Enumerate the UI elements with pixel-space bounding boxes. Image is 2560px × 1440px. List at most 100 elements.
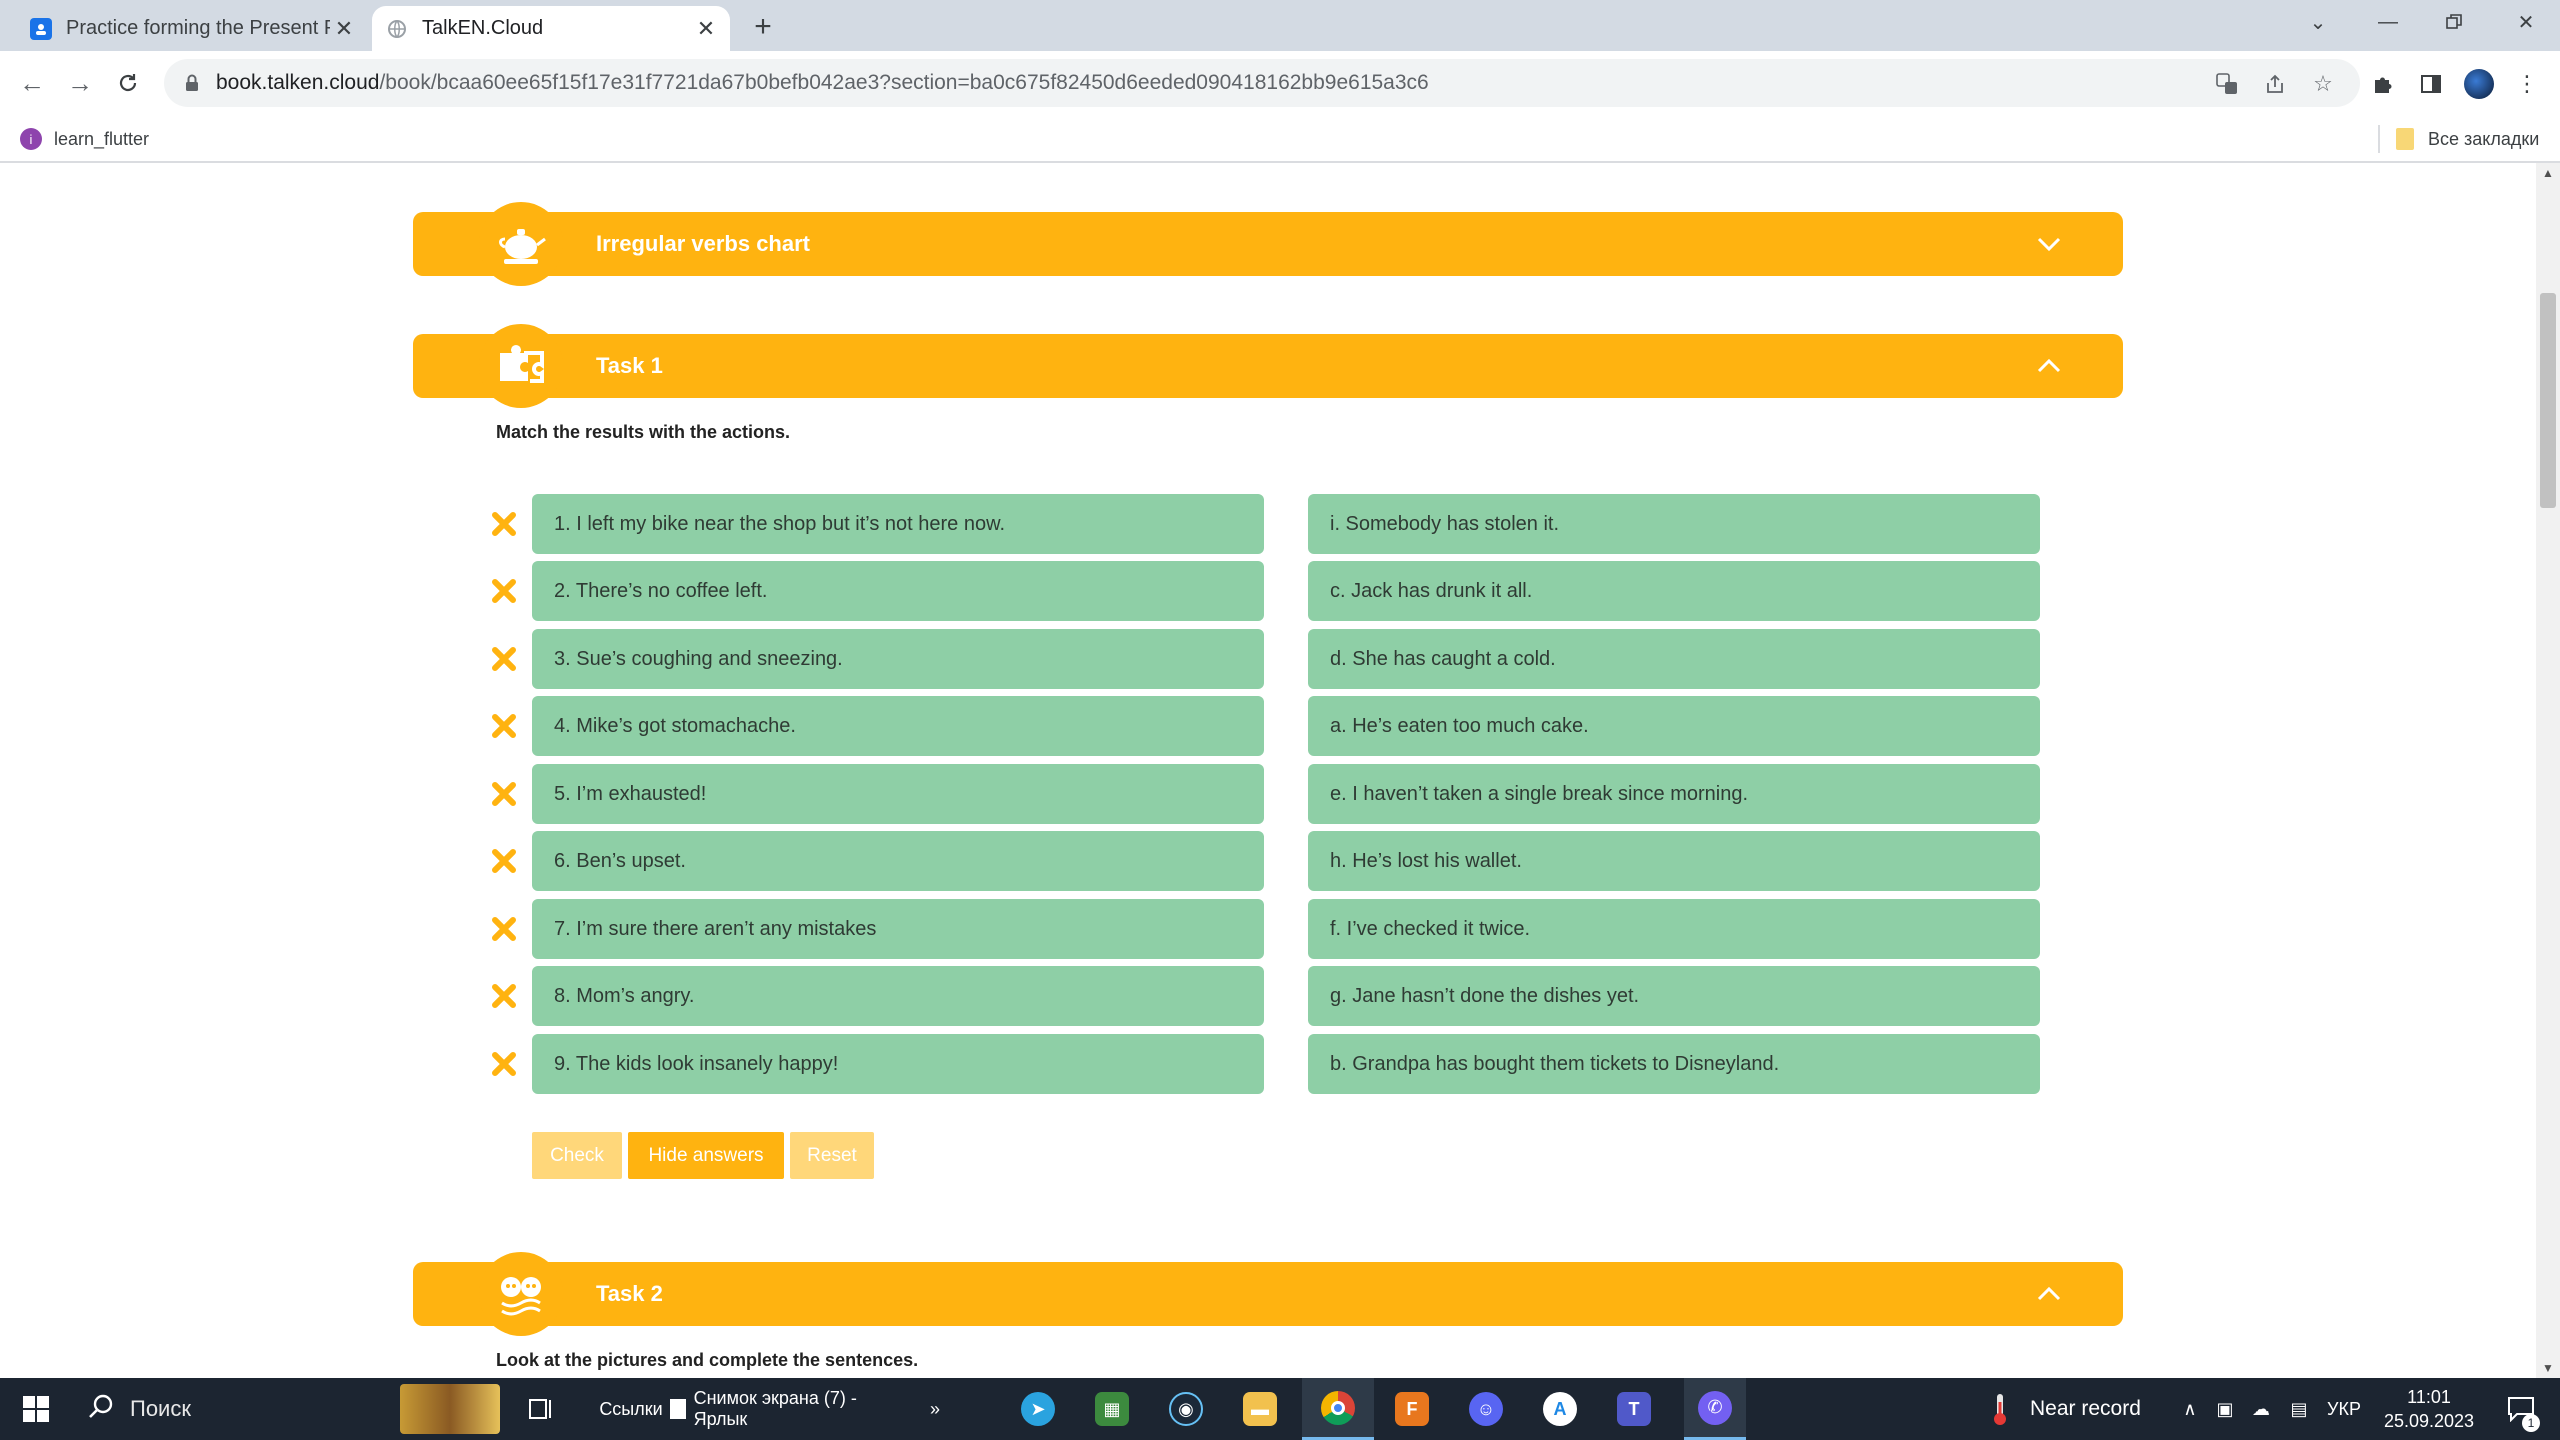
wrong-mark-icon xyxy=(490,1050,518,1078)
lock-icon[interactable] xyxy=(180,71,204,95)
more-chevron-icon[interactable]: » xyxy=(930,1399,940,1420)
bookmarks-divider xyxy=(2378,125,2380,153)
bookmark-learn-flutter[interactable]: i learn_flutter xyxy=(20,125,149,153)
notifications-icon[interactable]: 1 xyxy=(2496,1378,2546,1440)
taskbar-search[interactable]: Поиск xyxy=(70,1378,500,1440)
close-icon[interactable]: ✕ xyxy=(330,15,358,43)
pinned-shortcut[interactable]: Снимок экрана (7) - Ярлык » xyxy=(670,1378,940,1440)
clock[interactable]: 11:01 25.09.2023 xyxy=(2374,1378,2484,1440)
device-icon[interactable]: ▣ xyxy=(2210,1378,2240,1440)
wrong-mark-icon xyxy=(490,982,518,1010)
section-irregular-verbs[interactable]: Irregular verbs chart xyxy=(413,202,2123,286)
weather-text[interactable]: Near record xyxy=(2030,1378,2150,1440)
match-right-item[interactable]: b. Grandpa has bought them tickets to Di… xyxy=(1308,1034,2040,1094)
scrollbar-thumb[interactable] xyxy=(2540,293,2556,508)
match-right-item[interactable]: i. Somebody has stolen it. xyxy=(1308,494,2040,554)
wrong-mark-icon xyxy=(490,712,518,740)
spreadsheet-app-icon[interactable]: ▦ xyxy=(1088,1378,1136,1440)
reload-icon[interactable] xyxy=(108,63,148,103)
teams-icon[interactable]: T xyxy=(1610,1378,1658,1440)
reset-button[interactable]: Reset xyxy=(790,1132,874,1179)
chrome-icon[interactable] xyxy=(1302,1378,1374,1440)
wrong-mark-icon xyxy=(490,915,518,943)
translate-icon[interactable] xyxy=(2212,69,2242,99)
match-right-item[interactable]: h. He’s lost his wallet. xyxy=(1308,831,2040,891)
extensions-puzzle-icon[interactable] xyxy=(2368,69,2398,99)
task-view-icon[interactable] xyxy=(516,1378,566,1440)
chevron-up-icon[interactable] xyxy=(2035,1280,2063,1308)
section-title: Task 1 xyxy=(596,353,663,378)
minimize-icon[interactable]: — xyxy=(2358,0,2418,44)
viber-icon[interactable]: ✆ xyxy=(1684,1378,1746,1440)
clock-date: 25.09.2023 xyxy=(2383,1411,2475,1431)
match-left-item[interactable]: 2. There’s no coffee left. xyxy=(532,561,1264,621)
match-left-item[interactable]: 1. I left my bike near the shop but it’s… xyxy=(532,494,1264,554)
bookmark-star-icon[interactable]: ☆ xyxy=(2308,69,2338,99)
tab-practice[interactable]: Practice forming the Present Perf ✕ xyxy=(16,6,368,51)
profile-avatar[interactable] xyxy=(2464,69,2494,99)
address-bar[interactable]: book.talken.cloud/book/bcaa60ee65f15f17e… xyxy=(164,59,2360,107)
window-close-icon[interactable]: ✕ xyxy=(2496,0,2556,44)
windows-taskbar: Поиск Ссылки Снимок экрана (7) - Ярлык »… xyxy=(0,1378,2560,1440)
tab-talken[interactable]: TalkEN.Cloud ✕ xyxy=(372,6,730,51)
fl-studio-icon[interactable]: F xyxy=(1388,1378,1436,1440)
browser-toolbar: ← → book.talken.cloud/book/bcaa60ee65f15… xyxy=(0,51,2560,115)
discord-icon[interactable]: ☺ xyxy=(1462,1378,1510,1440)
page-scrollbar[interactable]: ▲ ▼ xyxy=(2536,163,2560,1378)
match-right-item[interactable]: c. Jack has drunk it all. xyxy=(1308,561,2040,621)
match-left-item[interactable]: 9. The kids look insanely happy! xyxy=(532,1034,1264,1094)
chevron-up-icon[interactable] xyxy=(2035,352,2063,380)
tray-chevron-up-icon[interactable]: ∧ xyxy=(2176,1378,2204,1440)
chevron-down-icon[interactable] xyxy=(2035,230,2063,258)
restore-icon[interactable] xyxy=(2424,0,2484,44)
notification-count: 1 xyxy=(2522,1414,2540,1432)
match-right-item[interactable]: f. I’ve checked it twice. xyxy=(1308,899,2040,959)
match-left-item[interactable]: 8. Mom’s angry. xyxy=(532,966,1264,1026)
section-title: Task 2 xyxy=(596,1281,663,1306)
match-left-item[interactable]: 3. Sue’s coughing and sneezing. xyxy=(532,629,1264,689)
section-title: Irregular verbs chart xyxy=(596,231,810,256)
app-store-icon[interactable]: A xyxy=(1536,1378,1584,1440)
match-left-item[interactable]: 6. Ben’s upset. xyxy=(532,831,1264,891)
hide-answers-button[interactable]: Hide answers xyxy=(628,1132,784,1179)
tab-title: Practice forming the Present Perf xyxy=(66,17,330,39)
section-task-1[interactable]: Task 1 xyxy=(413,324,2123,408)
thermometer-icon xyxy=(1986,1378,2014,1440)
back-arrow-icon[interactable]: ← xyxy=(12,63,52,103)
match-right-item[interactable]: e. I haven’t taken a single break since … xyxy=(1308,764,2040,824)
share-icon[interactable] xyxy=(2260,69,2290,99)
wrong-mark-icon xyxy=(490,510,518,538)
match-left-item[interactable]: 5. I’m exhausted! xyxy=(532,764,1264,824)
wrong-mark-icon xyxy=(490,847,518,875)
telegram-icon[interactable]: ➤ xyxy=(1014,1378,1062,1440)
menu-dots-icon[interactable]: ⋮ xyxy=(2512,69,2542,99)
network-icon[interactable]: ▤ xyxy=(2282,1378,2316,1440)
wrong-mark-icon xyxy=(490,577,518,605)
scroll-up-arrow-icon[interactable]: ▲ xyxy=(2536,163,2560,183)
steam-icon[interactable]: ◉ xyxy=(1162,1378,1210,1440)
tab-search-chevron-icon[interactable]: ⌄ xyxy=(2288,0,2348,44)
match-right-item[interactable]: a. He’s eaten too much cake. xyxy=(1308,696,2040,756)
close-icon[interactable]: ✕ xyxy=(692,15,720,43)
windows-start-icon[interactable] xyxy=(14,1378,58,1440)
side-panel-icon[interactable] xyxy=(2416,69,2446,99)
match-left-item[interactable]: 7. I’m sure there aren’t any mistakes xyxy=(532,899,1264,959)
browser-tab-strip: Practice forming the Present Perf ✕ Talk… xyxy=(0,0,2560,51)
forward-arrow-icon[interactable]: → xyxy=(60,63,100,103)
match-left-item[interactable]: 4. Mike’s got stomachache. xyxy=(532,696,1264,756)
faces-icon xyxy=(479,1252,563,1336)
new-tab-plus-icon[interactable]: + xyxy=(746,10,780,44)
wrong-mark-icon xyxy=(490,780,518,808)
section-task-2[interactable]: Task 2 xyxy=(413,1252,2123,1336)
clock-time: 11:01 xyxy=(2407,1387,2451,1407)
check-button[interactable]: Check xyxy=(532,1132,622,1179)
file-explorer-icon[interactable]: ▬ xyxy=(1236,1378,1284,1440)
match-right-item[interactable]: d. She has caught a cold. xyxy=(1308,629,2040,689)
all-bookmarks-folder[interactable]: Все закладки xyxy=(2396,125,2539,153)
onedrive-cloud-icon[interactable]: ☁ xyxy=(2244,1378,2278,1440)
scroll-down-arrow-icon[interactable]: ▼ xyxy=(2536,1358,2560,1378)
match-right-item[interactable]: g. Jane hasn’t done the dishes yet. xyxy=(1308,966,2040,1026)
language-indicator[interactable]: УКР xyxy=(2322,1378,2366,1440)
links-toolbar[interactable]: Ссылки xyxy=(596,1378,666,1440)
bookmark-favicon-icon: i xyxy=(20,128,42,150)
